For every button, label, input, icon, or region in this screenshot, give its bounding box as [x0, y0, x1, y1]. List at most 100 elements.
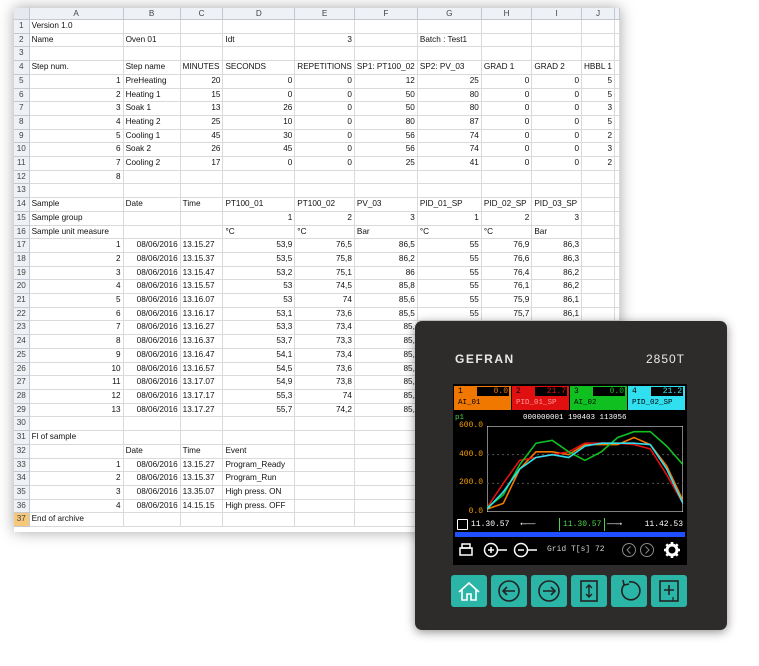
table-cell[interactable]: 5 [29, 129, 124, 144]
table-cell[interactable]: 55 [417, 238, 482, 253]
table-cell[interactable]: SP2: PV_03 [417, 60, 482, 75]
table-cell[interactable] [614, 33, 620, 48]
table-cell[interactable] [581, 211, 615, 226]
table-cell[interactable]: End of archive [29, 512, 124, 528]
settings-gear-icon[interactable] [663, 541, 681, 559]
table-cell[interactable]: 12 [29, 389, 124, 404]
row-header[interactable]: 7 [14, 101, 30, 116]
table-cell[interactable]: 08/06/2016 [123, 238, 181, 253]
table-cell[interactable]: 0 [531, 156, 583, 171]
table-cell[interactable]: 1 [29, 74, 124, 89]
table-cell[interactable]: 54,5 [222, 362, 296, 377]
column-header[interactable]: F [354, 8, 418, 20]
column-header[interactable]: G [417, 8, 482, 20]
table-cell[interactable]: PT100_02 [294, 197, 355, 212]
table-cell[interactable] [123, 416, 181, 432]
table-cell[interactable]: 80 [417, 101, 482, 116]
table-cell[interactable] [123, 19, 181, 34]
table-cell[interactable] [581, 170, 615, 185]
table-cell[interactable]: Bar [354, 225, 418, 240]
table-cell[interactable]: 86 [354, 266, 418, 281]
table-cell[interactable]: 56 [354, 129, 418, 144]
table-cell[interactable]: 10 [29, 362, 124, 377]
table-cell[interactable]: 74 [294, 389, 355, 404]
table-cell[interactable]: Date [123, 444, 181, 459]
table-cell[interactable]: 86,2 [531, 279, 583, 295]
table-cell[interactable] [123, 225, 181, 240]
table-cell[interactable]: 13.16.07 [180, 293, 224, 308]
table-cell[interactable]: 73,6 [294, 307, 355, 322]
table-cell[interactable]: 45 [222, 142, 296, 158]
table-cell[interactable]: 85,6 [354, 293, 418, 308]
table-cell[interactable] [294, 183, 355, 199]
table-cell[interactable]: 85, [354, 348, 418, 363]
table-cell[interactable]: 0 [294, 156, 355, 171]
row-header[interactable]: 2 [14, 33, 30, 48]
table-cell[interactable]: 08/06/2016 [123, 485, 181, 500]
table-cell[interactable]: 74 [417, 129, 482, 144]
table-cell[interactable] [581, 197, 615, 212]
table-cell[interactable] [222, 430, 296, 445]
table-cell[interactable] [180, 416, 224, 432]
table-cell[interactable]: 2 [481, 211, 533, 226]
row-header[interactable]: 19 [14, 266, 30, 281]
table-cell[interactable] [354, 430, 418, 445]
table-cell[interactable]: 86,1 [531, 293, 583, 308]
table-cell[interactable]: 13.16.27 [180, 320, 224, 336]
table-cell[interactable] [614, 238, 620, 253]
table-cell[interactable]: 08/06/2016 [123, 279, 181, 295]
table-cell[interactable]: 08/06/2016 [123, 375, 181, 390]
table-cell[interactable] [581, 252, 615, 267]
column-header[interactable] [614, 8, 620, 20]
table-cell[interactable] [180, 46, 224, 62]
table-cell[interactable]: 13.17.17 [180, 389, 224, 404]
row-header[interactable]: 30 [14, 416, 30, 432]
row-header[interactable]: 1 [14, 19, 30, 34]
table-cell[interactable]: 56 [354, 142, 418, 158]
table-cell[interactable] [614, 266, 620, 281]
table-cell[interactable] [417, 46, 482, 62]
row-header[interactable]: 25 [14, 348, 30, 363]
table-cell[interactable] [222, 46, 296, 62]
column-header[interactable]: B [123, 8, 181, 20]
table-cell[interactable] [614, 60, 620, 75]
table-cell[interactable] [614, 170, 620, 185]
column-header[interactable]: J [581, 8, 615, 20]
table-cell[interactable]: 3 [581, 142, 615, 158]
table-cell[interactable] [417, 19, 482, 34]
table-cell[interactable]: 85, [354, 375, 418, 390]
table-cell[interactable] [354, 471, 418, 486]
table-cell[interactable]: 08/06/2016 [123, 293, 181, 308]
table-cell[interactable]: Step num. [29, 60, 124, 75]
row-header[interactable]: 23 [14, 320, 30, 336]
row-header[interactable]: 35 [14, 485, 30, 500]
row-header[interactable]: 17 [14, 238, 30, 253]
table-cell[interactable]: 54,9 [222, 375, 296, 390]
row-header[interactable]: 16 [14, 225, 30, 240]
row-header[interactable]: 4 [14, 60, 30, 75]
table-cell[interactable]: 73,4 [294, 320, 355, 336]
table-cell[interactable]: Event [222, 444, 296, 459]
row-header[interactable]: 18 [14, 252, 30, 267]
table-cell[interactable]: 2 [581, 129, 615, 144]
table-cell[interactable]: 0 [481, 88, 533, 103]
table-cell[interactable] [294, 485, 355, 500]
table-cell[interactable] [354, 444, 418, 459]
row-header[interactable]: 9 [14, 129, 30, 144]
row-header[interactable]: 33 [14, 458, 30, 473]
table-cell[interactable] [531, 170, 583, 185]
zoom-out-icon[interactable] [513, 542, 539, 558]
table-cell[interactable]: 74,2 [294, 403, 355, 418]
table-cell[interactable]: 0 [531, 142, 583, 158]
table-cell[interactable] [581, 238, 615, 253]
table-cell[interactable] [614, 293, 620, 308]
table-cell[interactable] [614, 19, 620, 34]
table-cell[interactable]: PV_03 [354, 197, 418, 212]
table-cell[interactable]: Sample group [29, 211, 124, 226]
table-cell[interactable]: Program_Ready [222, 458, 296, 473]
row-header[interactable]: 5 [14, 74, 30, 89]
table-cell[interactable]: Sample unit measure [29, 225, 124, 240]
table-cell[interactable] [481, 46, 533, 62]
table-cell[interactable]: 3 [29, 101, 124, 116]
table-cell[interactable]: Time [180, 444, 224, 459]
